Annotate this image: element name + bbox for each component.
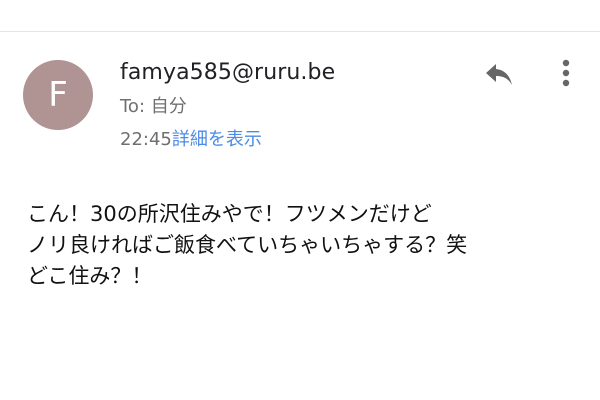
more-vertical-icon (562, 59, 570, 87)
sender-email: famya585@ruru.be (120, 60, 336, 85)
message-body: こん！30の所沢住みやで！フツメンだけど ノリ良ければご飯食べていちゃいちゃする… (27, 199, 572, 292)
more-options-button[interactable] (553, 56, 579, 90)
recipient-prefix: To: (120, 96, 151, 117)
recipient-name: 自分 (150, 96, 187, 117)
message-line: ノリ良ければご飯食べていちゃいちゃする？笑 (27, 233, 468, 257)
message-time: 22:45 (120, 129, 172, 150)
message-line: こん！30の所沢住みやで！フツメンだけど (27, 202, 432, 226)
reply-button[interactable] (482, 56, 516, 90)
recipient-line: To: 自分 (120, 95, 187, 119)
top-divider (0, 31, 600, 32)
message-meta: 22:45詳細を表示 (120, 128, 262, 152)
show-details-link[interactable]: 詳細を表示 (172, 129, 262, 150)
reply-icon (486, 64, 512, 85)
avatar: F (23, 60, 93, 130)
message-line: どこ住み？！ (27, 264, 153, 288)
